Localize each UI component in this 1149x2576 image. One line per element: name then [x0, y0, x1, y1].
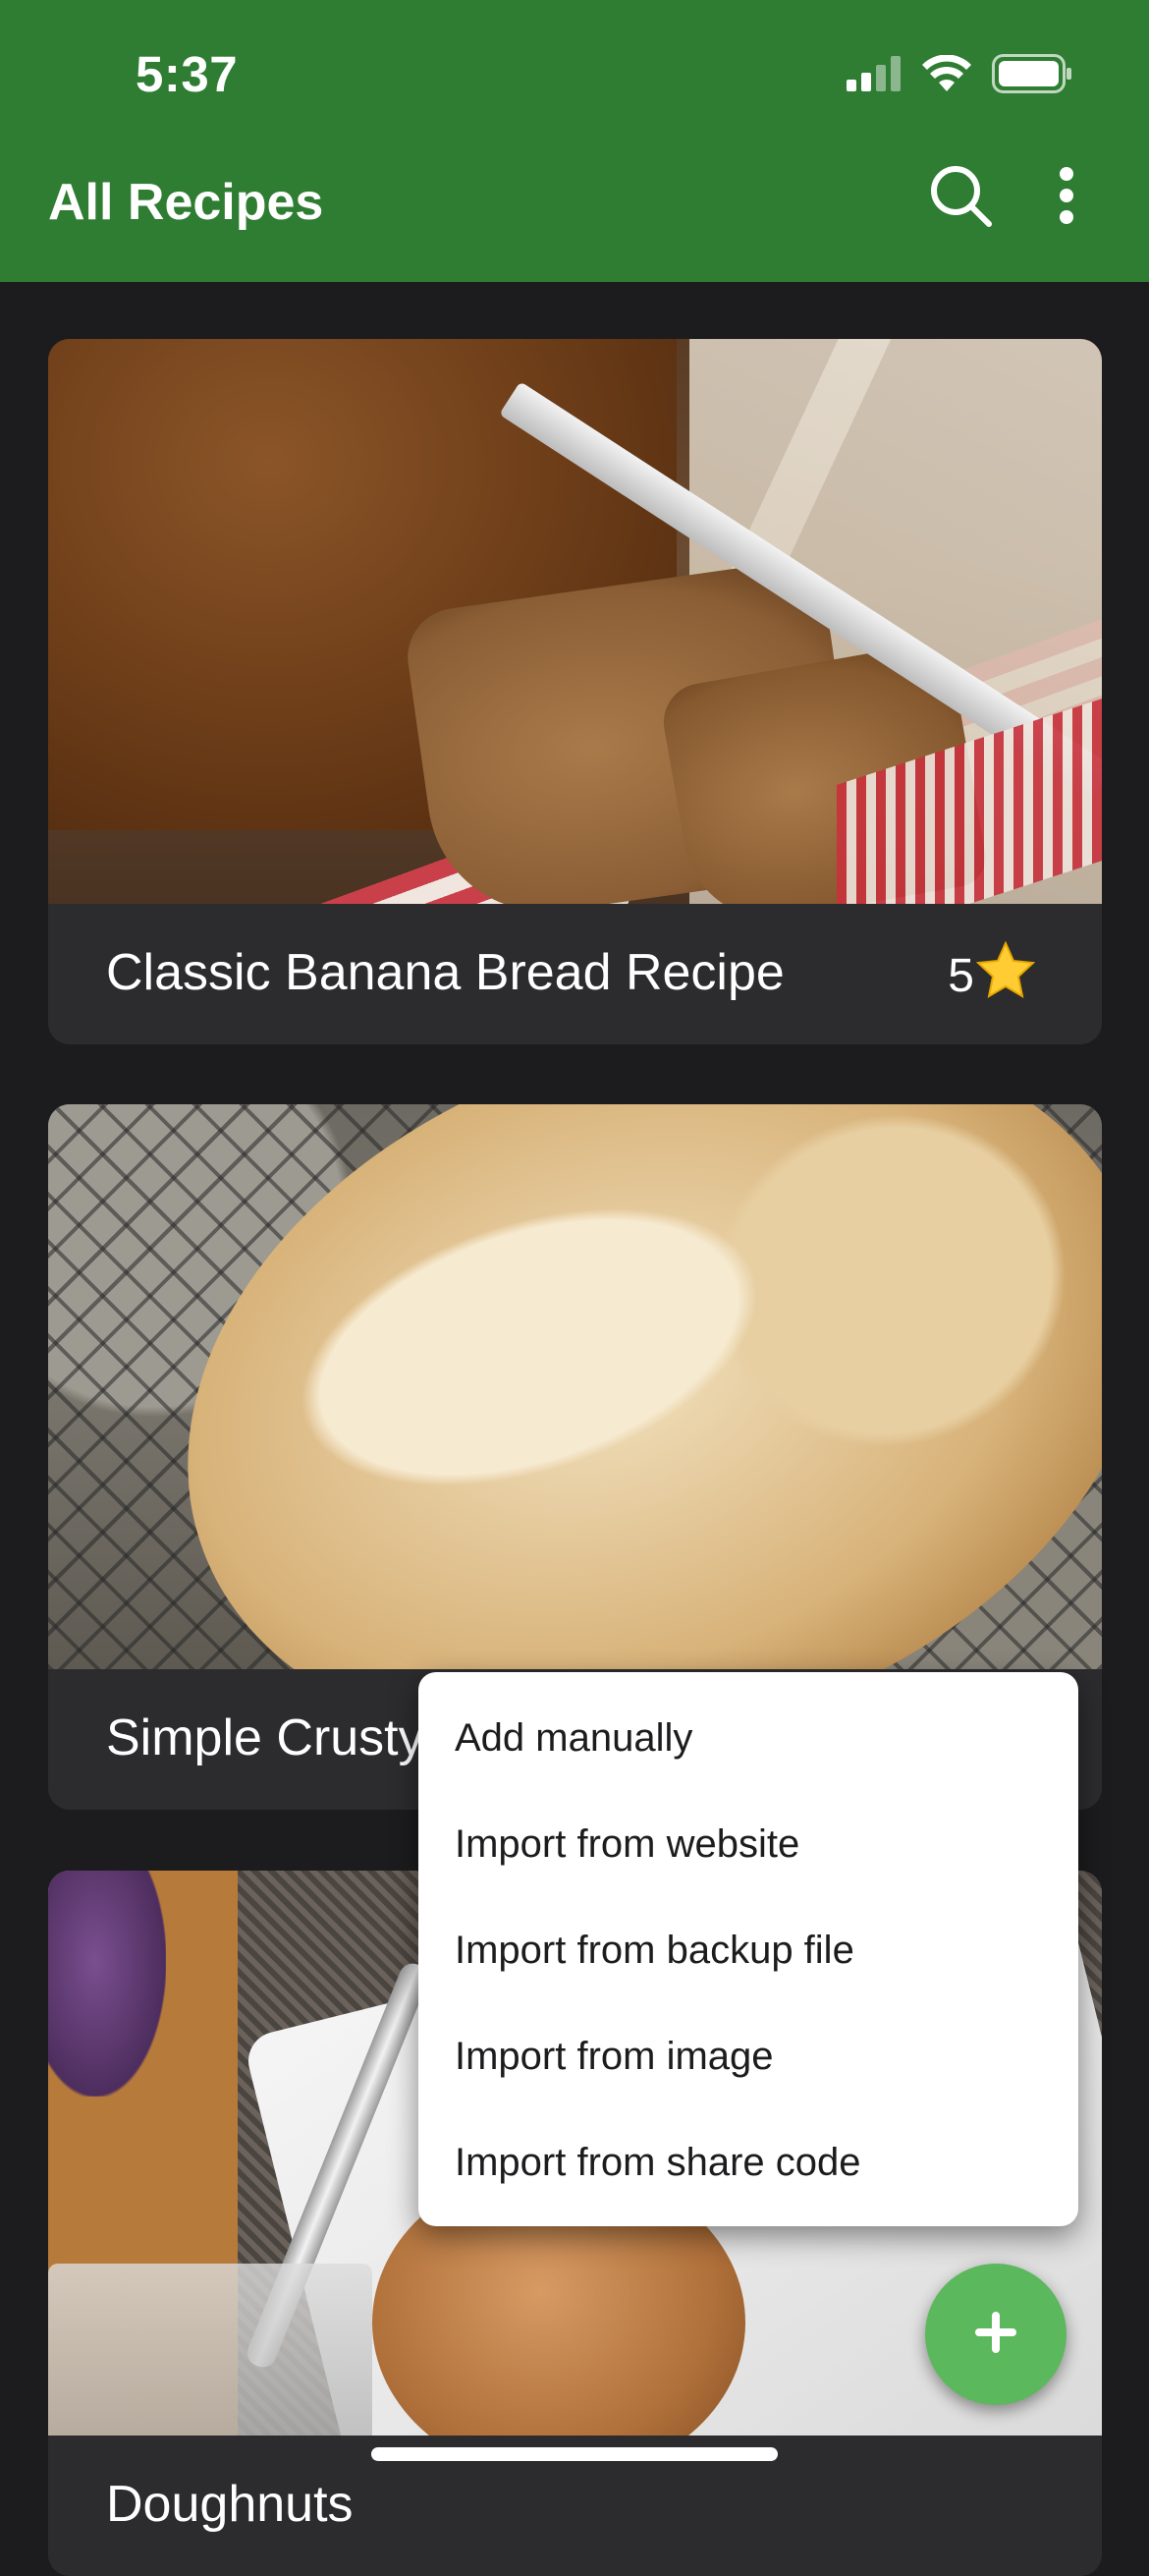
- app-bar: 5:37 All Recipes: [0, 0, 1149, 282]
- recipe-card-footer: Classic Banana Bread Recipe 5: [48, 904, 1102, 1044]
- star-icon: [975, 940, 1036, 1010]
- recipe-rating: 5: [948, 940, 1036, 1010]
- recipe-title: Simple Crusty: [106, 1709, 424, 1766]
- menu-item-import-website[interactable]: Import from website: [418, 1791, 1078, 1897]
- more-options-button[interactable]: [1043, 163, 1090, 232]
- recipe-image: [48, 339, 1102, 947]
- cellular-signal-icon: [847, 55, 902, 96]
- battery-icon: [992, 53, 1072, 98]
- rating-value: 5: [948, 949, 974, 1002]
- recipe-title: Classic Banana Bread Recipe: [106, 944, 785, 1001]
- home-indicator[interactable]: [371, 2447, 778, 2461]
- add-recipe-button[interactable]: [925, 2264, 1067, 2405]
- plus-icon: [971, 2308, 1020, 2362]
- add-recipe-menu: Add manually Import from website Import …: [418, 1672, 1078, 2226]
- page-title: All Recipes: [48, 174, 324, 231]
- menu-item-import-image[interactable]: Import from image: [418, 2003, 1078, 2109]
- search-button[interactable]: [926, 163, 995, 232]
- menu-item-add-manually[interactable]: Add manually: [418, 1685, 1078, 1791]
- recipe-image: [48, 1104, 1102, 1810]
- recipe-card[interactable]: Classic Banana Bread Recipe 5: [48, 339, 1102, 1044]
- more-vertical-icon: [1059, 166, 1074, 230]
- status-bar-time: 5:37: [136, 46, 239, 102]
- recipe-title: Doughnuts: [106, 2476, 354, 2533]
- menu-item-import-backup[interactable]: Import from backup file: [418, 1897, 1078, 2003]
- wifi-icon: [921, 53, 972, 97]
- status-bar-icons: [847, 53, 1072, 98]
- menu-item-import-share-code[interactable]: Import from share code: [418, 2109, 1078, 2215]
- search-icon: [928, 163, 993, 233]
